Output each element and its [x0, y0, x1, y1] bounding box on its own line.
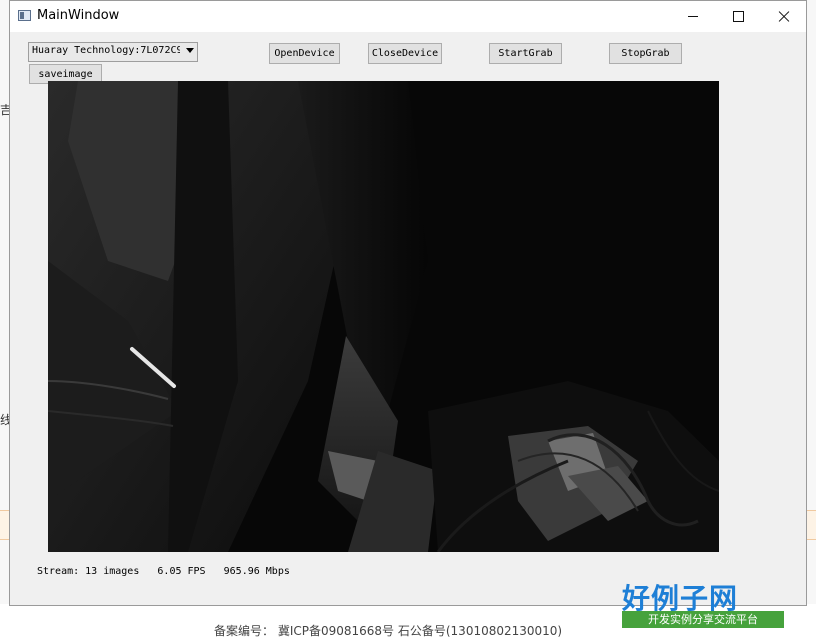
camera-view: [48, 81, 719, 552]
device-select-value: Huaray Technology:7L072C9: [32, 45, 180, 56]
watermark-slogan: 开发实例分享交流平台: [622, 611, 784, 628]
window-title: MainWindow: [37, 8, 120, 23]
background-page-right: [807, 0, 816, 639]
main-window: MainWindow Huaray Technology:7L072C9 Ope…: [9, 0, 807, 606]
close-button[interactable]: [761, 1, 806, 32]
minimize-icon: [687, 16, 698, 17]
maximize-icon: [733, 11, 744, 22]
stream-status: Stream: 13 images 6.05 FPS 965.96 Mbps: [37, 566, 290, 577]
close-icon: [778, 11, 790, 23]
maximize-button[interactable]: [716, 1, 761, 32]
chevron-down-icon: [186, 48, 194, 53]
camera-frame: [48, 81, 719, 552]
minimize-button[interactable]: [670, 1, 715, 32]
close-device-button[interactable]: CloseDevice: [368, 43, 442, 64]
app-icon: [18, 10, 31, 21]
open-device-button[interactable]: OpenDevice: [269, 43, 340, 64]
start-grab-button[interactable]: StartGrab: [489, 43, 562, 64]
background-footer-text: 备案编号： 冀ICP备09081668号 石公备号(13010802130010…: [214, 624, 563, 638]
title-bar[interactable]: MainWindow: [10, 1, 806, 32]
device-select[interactable]: Huaray Technology:7L072C9: [28, 42, 198, 62]
background-page-left: [0, 0, 9, 639]
stop-grab-button[interactable]: StopGrab: [609, 43, 682, 64]
